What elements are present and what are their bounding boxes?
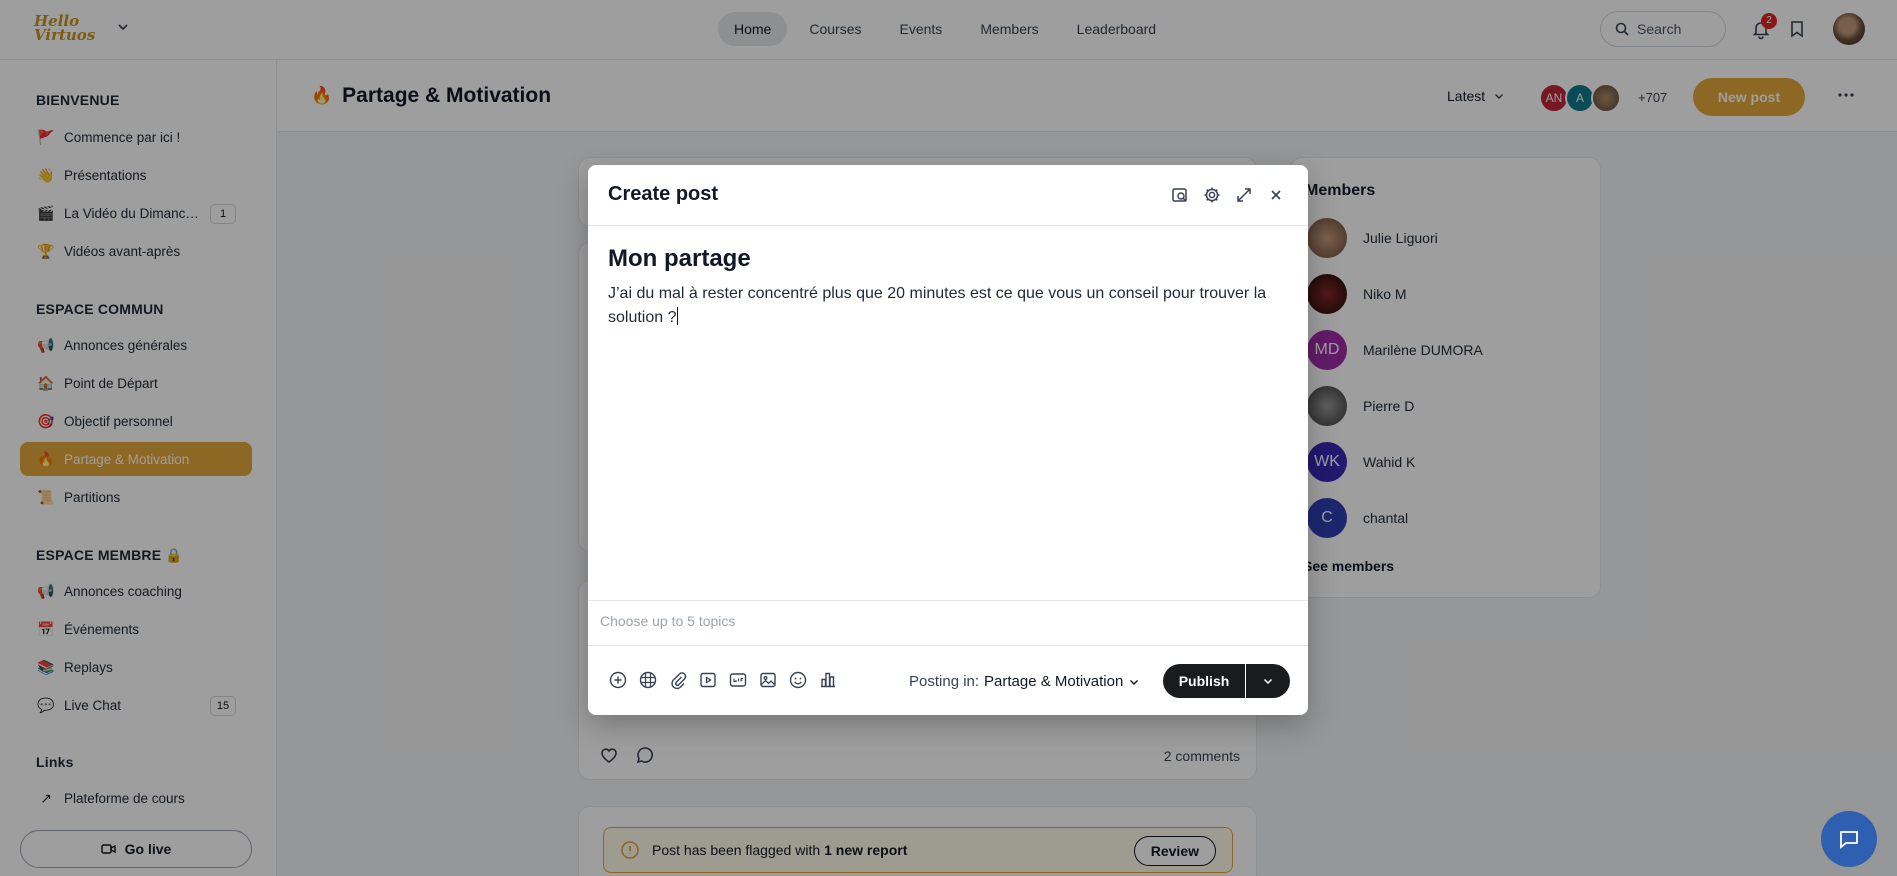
- topics-field[interactable]: [588, 600, 1308, 646]
- topics-input[interactable]: [600, 613, 1200, 629]
- gif-icon[interactable]: [728, 670, 748, 690]
- posting-in-selector[interactable]: Posting in: Partage & Motivation: [909, 673, 1140, 690]
- gear-icon[interactable]: [1202, 185, 1222, 205]
- expand-icon[interactable]: [1234, 185, 1254, 205]
- posting-in-space: Partage & Motivation: [984, 673, 1124, 690]
- chat-icon: [1840, 831, 1858, 849]
- preview-icon[interactable]: [1170, 185, 1190, 205]
- modal-title: Create post: [608, 183, 719, 205]
- editor-toolbar: [608, 670, 838, 690]
- text-cursor: [676, 307, 678, 325]
- close-icon[interactable]: [1266, 185, 1286, 205]
- embed-icon[interactable]: [638, 670, 658, 690]
- publish-options-button[interactable]: [1246, 664, 1290, 698]
- create-post-modal: Create post Mon partage J’ai du mal à re…: [588, 165, 1308, 715]
- image-icon[interactable]: [758, 670, 778, 690]
- post-body-text: J’ai du mal à rester concentré plus que …: [608, 285, 1267, 326]
- paperclip-icon[interactable]: [668, 670, 688, 690]
- post-title-input[interactable]: Mon partage: [608, 245, 751, 273]
- publish-button[interactable]: Publish: [1163, 664, 1245, 698]
- modal-header: Create post: [588, 165, 1308, 226]
- video-icon[interactable]: [698, 670, 718, 690]
- post-body-editor[interactable]: J’ai du mal à rester concentré plus que …: [608, 282, 1278, 330]
- emoji-icon[interactable]: [788, 670, 808, 690]
- chat-widget-button[interactable]: [1821, 811, 1877, 867]
- poll-icon[interactable]: [818, 670, 838, 690]
- posting-in-label: Posting in:: [909, 673, 980, 690]
- chevron-down-icon: [1130, 679, 1139, 685]
- chevron-down-icon: [1263, 678, 1273, 685]
- add-circle-icon[interactable]: [608, 670, 628, 690]
